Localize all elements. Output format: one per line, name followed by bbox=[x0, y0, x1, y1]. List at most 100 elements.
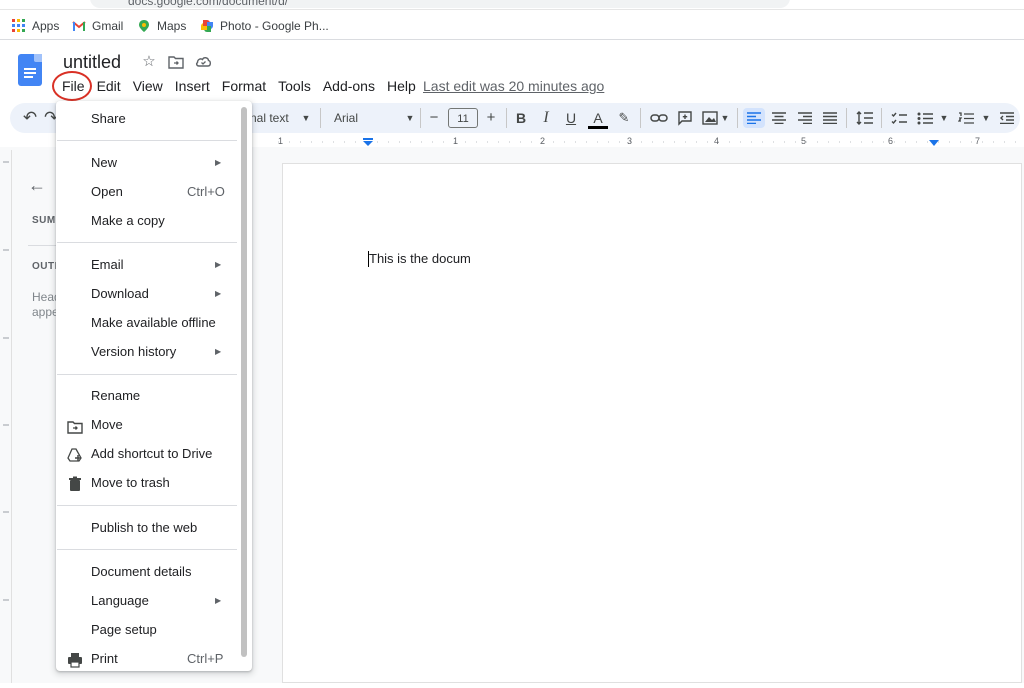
align-center-button[interactable] bbox=[769, 108, 789, 128]
menu-item-publish[interactable]: Publish to the web bbox=[91, 520, 197, 535]
numbered-list-icon bbox=[957, 112, 974, 124]
numbered-dropdown-icon[interactable]: ▼ bbox=[980, 108, 992, 128]
redo-icon[interactable]: ↷ bbox=[44, 108, 58, 128]
bookmark-gmail[interactable]: Gmail bbox=[72, 18, 123, 34]
bookmark-maps[interactable]: Maps bbox=[137, 18, 186, 34]
font-size-input[interactable]: 11 bbox=[448, 108, 478, 128]
numbered-list-button[interactable] bbox=[956, 108, 976, 128]
undo-icon[interactable]: ↶ bbox=[20, 108, 40, 128]
last-edit-link[interactable]: Last edit was 20 minutes ago bbox=[423, 78, 604, 94]
menu-item-offline[interactable]: Make available offline bbox=[91, 315, 216, 330]
move-folder-icon bbox=[67, 421, 83, 434]
text-color-button[interactable]: A bbox=[588, 108, 608, 129]
menu-help[interactable]: Help bbox=[381, 76, 422, 96]
gmail-icon bbox=[72, 21, 86, 31]
italic-button[interactable]: I bbox=[537, 108, 555, 128]
menu-item-language[interactable]: Language bbox=[91, 593, 149, 608]
style-dropdown-icon[interactable]: ▼ bbox=[300, 108, 312, 128]
menu-view[interactable]: View bbox=[127, 76, 169, 96]
image-dropdown-icon[interactable]: ▼ bbox=[720, 108, 730, 128]
increase-font-size-button[interactable]: + bbox=[482, 108, 500, 128]
menu-item-open[interactable]: Open bbox=[91, 184, 123, 199]
document-body-text[interactable]: This is the docum bbox=[369, 251, 471, 266]
menu-item-rename[interactable]: Rename bbox=[91, 388, 140, 403]
align-left-button[interactable] bbox=[743, 108, 765, 128]
menu-item-version-history[interactable]: Version history bbox=[91, 344, 176, 359]
menu-edit[interactable]: Edit bbox=[91, 76, 127, 96]
toolbar-divider bbox=[737, 108, 738, 128]
bookmark-photos[interactable]: Photo - Google Ph... bbox=[200, 18, 329, 34]
left-indent-marker-icon[interactable] bbox=[362, 138, 374, 147]
ruler-number: 1 bbox=[453, 136, 459, 146]
menu-bar: File Edit View Insert Format Tools Add-o… bbox=[56, 76, 422, 96]
bulleted-list-button[interactable] bbox=[915, 108, 935, 128]
ruler-number: 2 bbox=[540, 136, 546, 146]
cloud-saved-icon[interactable] bbox=[195, 55, 212, 68]
file-menu-scrollbar[interactable] bbox=[241, 107, 247, 657]
right-indent-marker-icon[interactable] bbox=[928, 140, 940, 147]
menu-item-email[interactable]: Email bbox=[91, 257, 124, 272]
outline-back-arrow-icon[interactable]: ← bbox=[28, 175, 46, 196]
justify-button[interactable] bbox=[820, 108, 840, 128]
add-drive-shortcut-icon bbox=[67, 448, 82, 462]
menu-item-document-details[interactable]: Document details bbox=[91, 564, 191, 579]
line-spacing-icon bbox=[856, 111, 873, 125]
underline-button[interactable]: U bbox=[562, 108, 580, 128]
summary-heading: SUM bbox=[32, 215, 56, 226]
menu-item-download[interactable]: Download bbox=[91, 286, 149, 301]
ruler-number: 7 bbox=[975, 136, 981, 146]
highlight-pen-icon[interactable]: ✎ bbox=[615, 108, 633, 128]
menu-item-make-copy[interactable]: Make a copy bbox=[91, 213, 165, 228]
menu-item-print[interactable]: Print bbox=[91, 651, 118, 666]
document-page[interactable] bbox=[282, 163, 1022, 683]
decrease-font-size-button[interactable]: − bbox=[425, 108, 443, 128]
align-right-button[interactable] bbox=[795, 108, 815, 128]
menu-format[interactable]: Format bbox=[216, 76, 272, 96]
menu-divider bbox=[57, 549, 237, 550]
submenu-arrow-icon: ▶ bbox=[215, 260, 222, 269]
ruler-number: 6 bbox=[888, 136, 894, 146]
menu-addons[interactable]: Add-ons bbox=[317, 76, 381, 96]
menu-item-new[interactable]: New bbox=[91, 155, 117, 170]
toolbar-divider bbox=[506, 108, 507, 128]
menu-item-add-shortcut[interactable]: Add shortcut to Drive bbox=[91, 446, 212, 461]
insert-image-icon[interactable] bbox=[702, 111, 718, 125]
decrease-indent-button[interactable] bbox=[998, 108, 1016, 128]
font-select[interactable]: Arial bbox=[334, 108, 374, 128]
menu-divider bbox=[57, 140, 237, 141]
menu-item-page-setup[interactable]: Page setup bbox=[91, 622, 157, 637]
line-spacing-button[interactable] bbox=[855, 108, 875, 128]
document-title[interactable]: untitled bbox=[63, 52, 121, 73]
menu-divider bbox=[57, 242, 237, 243]
menu-tools[interactable]: Tools bbox=[272, 76, 317, 96]
ruler-number: 5 bbox=[801, 136, 807, 146]
font-dropdown-icon[interactable]: ▼ bbox=[404, 108, 416, 128]
ruler-number: 1 bbox=[278, 136, 284, 146]
menu-item-share[interactable]: Share bbox=[91, 111, 126, 126]
bookmark-apps[interactable]: Apps bbox=[12, 18, 59, 34]
justify-icon bbox=[823, 112, 837, 125]
checklist-icon bbox=[891, 112, 907, 125]
ruler-number: 3 bbox=[627, 136, 633, 146]
move-folder-icon[interactable] bbox=[168, 55, 184, 69]
ruler-number: 4 bbox=[714, 136, 720, 146]
bullet-dropdown-icon[interactable]: ▼ bbox=[938, 108, 950, 128]
bullet-list-icon bbox=[917, 112, 933, 125]
add-comment-icon[interactable] bbox=[677, 110, 693, 126]
checklist-button[interactable] bbox=[889, 108, 909, 128]
menu-item-move[interactable]: Move bbox=[91, 417, 123, 432]
bold-button[interactable]: B bbox=[512, 108, 530, 128]
open-shortcut: Ctrl+O bbox=[187, 184, 225, 199]
bookmark-label: Gmail bbox=[92, 19, 124, 33]
docs-logo-icon[interactable] bbox=[18, 54, 42, 86]
menu-insert[interactable]: Insert bbox=[169, 76, 216, 96]
decrease-indent-icon bbox=[1000, 112, 1014, 125]
menu-item-move-trash[interactable]: Move to trash bbox=[91, 475, 170, 490]
apps-grid-icon bbox=[12, 19, 25, 32]
star-icon[interactable]: ☆ bbox=[141, 54, 157, 70]
print-icon bbox=[68, 653, 82, 668]
paragraph-style-select[interactable]: nal text bbox=[250, 108, 300, 128]
submenu-arrow-icon: ▶ bbox=[215, 158, 222, 167]
outline-divider bbox=[28, 245, 58, 246]
link-icon[interactable] bbox=[650, 111, 668, 125]
